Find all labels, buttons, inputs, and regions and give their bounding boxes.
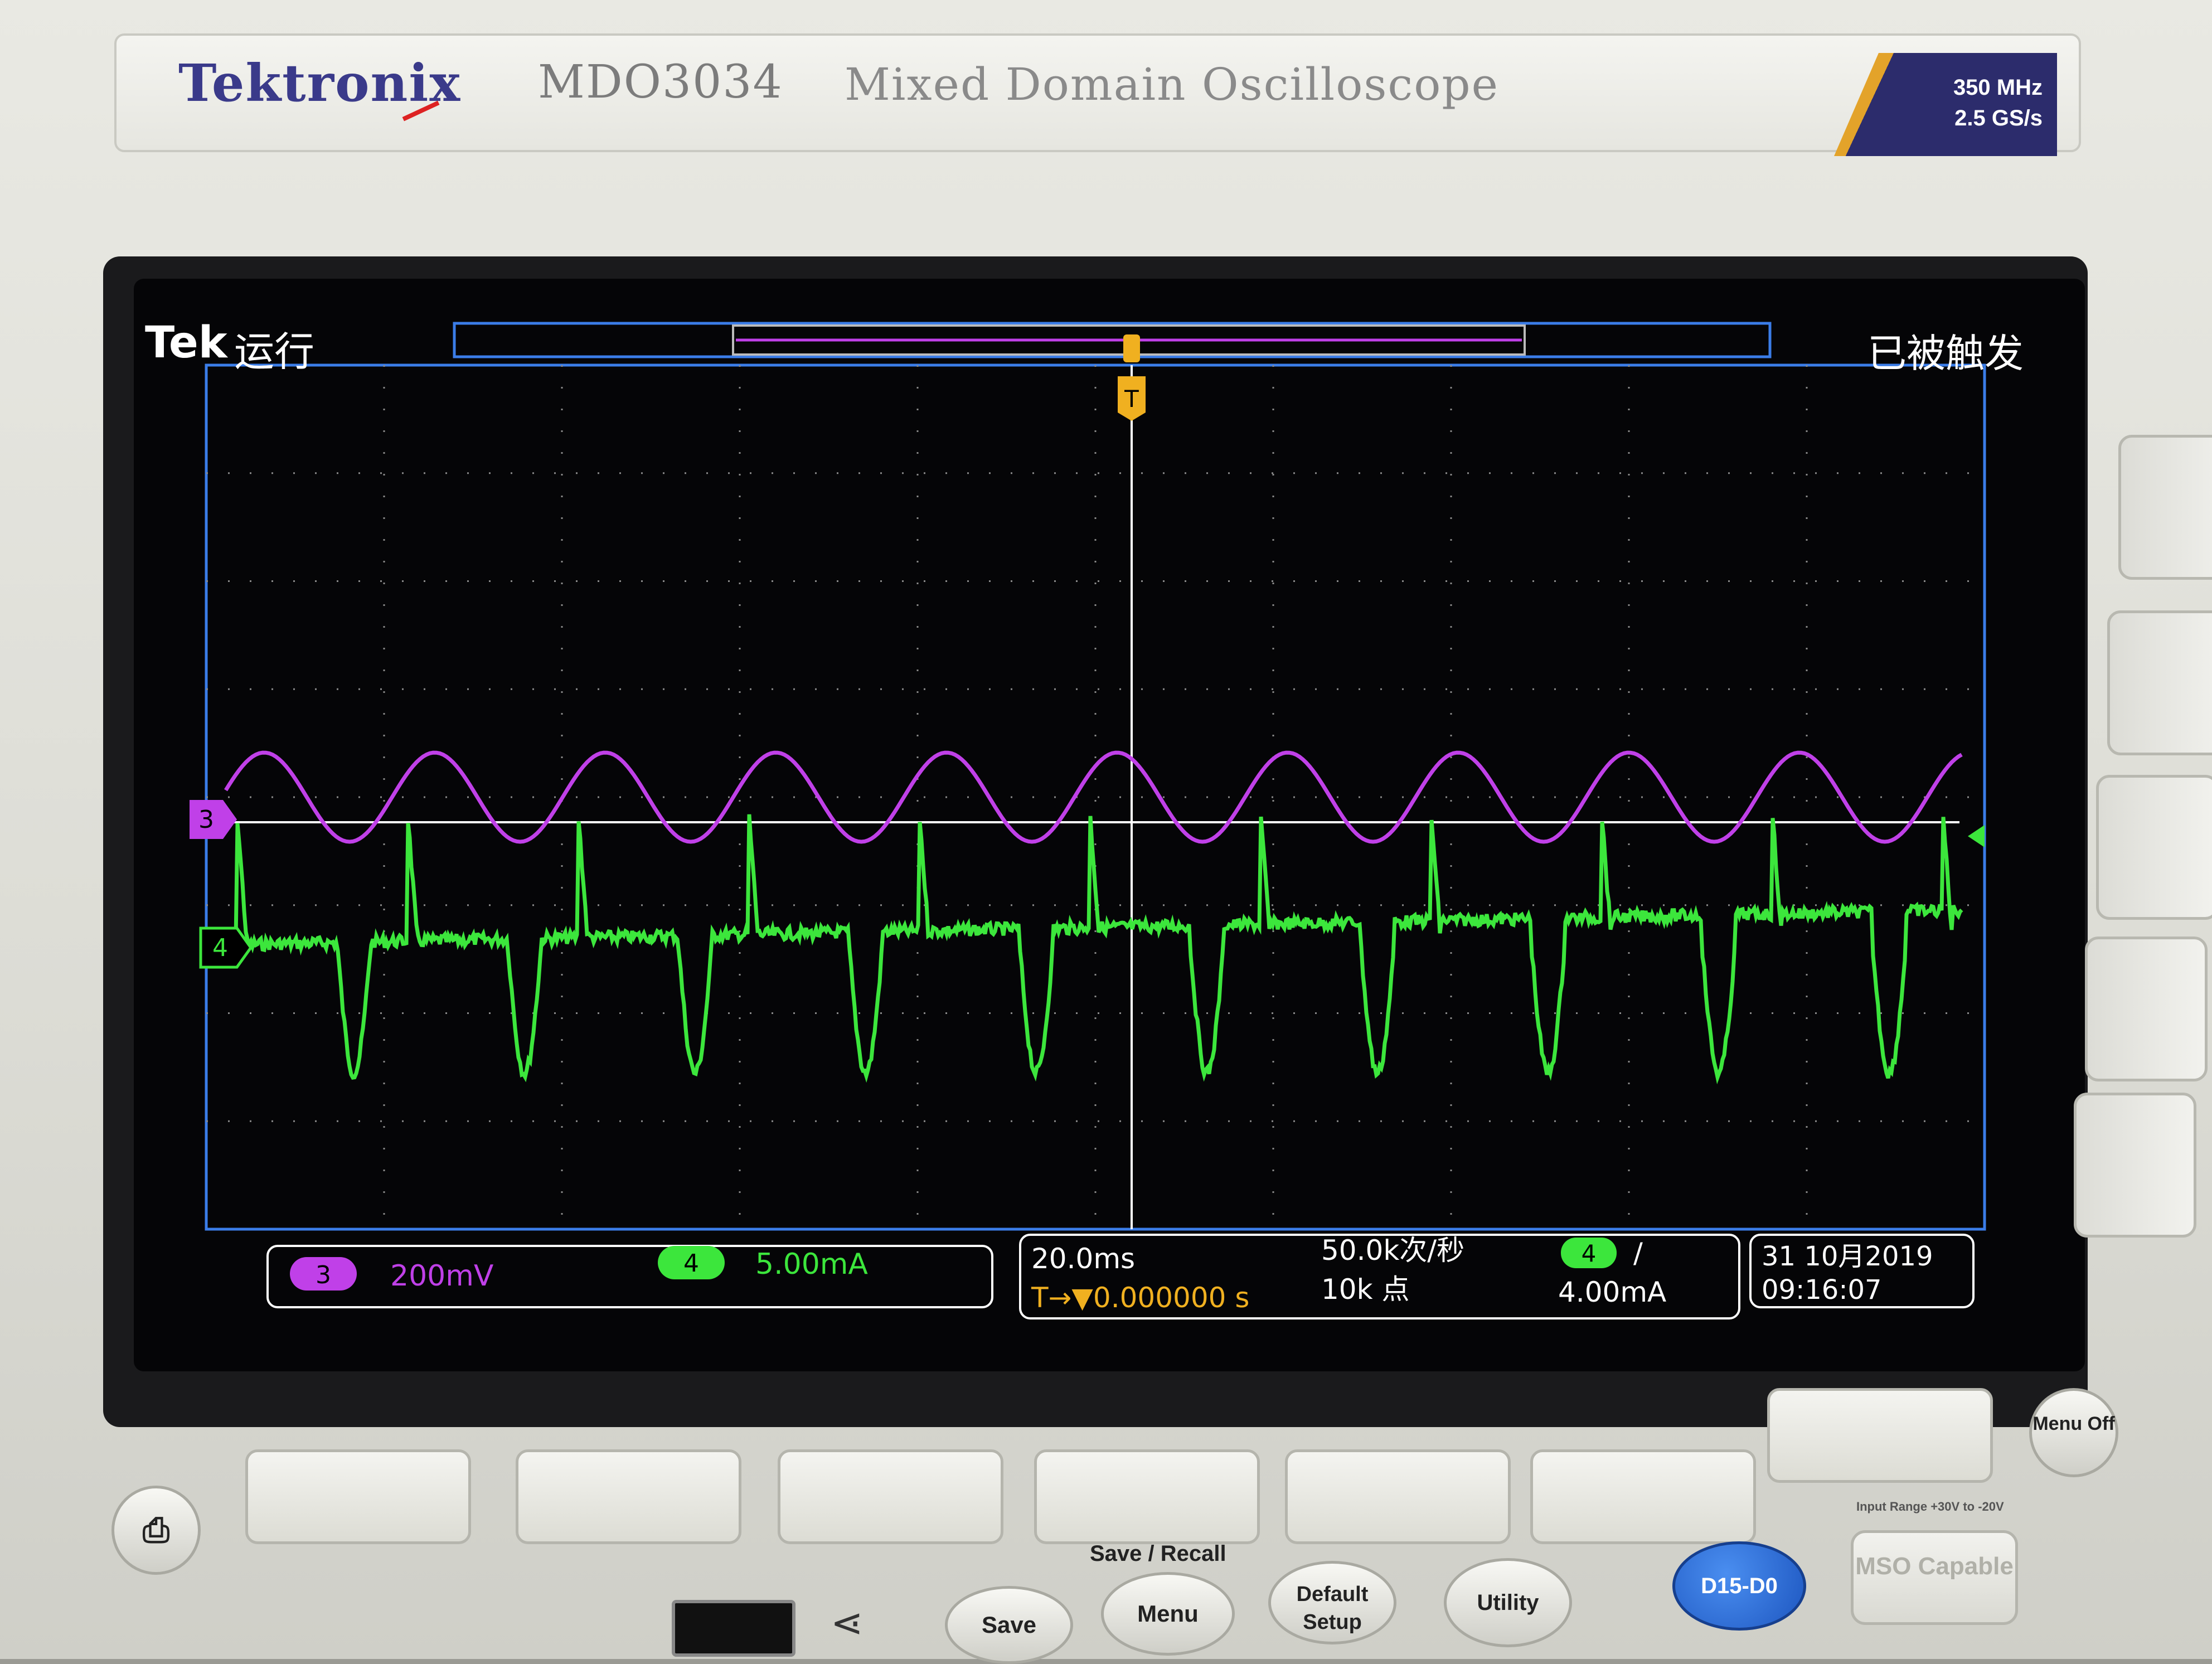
ch4-waveform — [225, 814, 1963, 1085]
side-button-3[interactable] — [2096, 775, 2212, 920]
trigger-top-marker — [1123, 334, 1140, 362]
trigger-position: T→▼0.000000 s — [1031, 1282, 1249, 1314]
trigger-state: 已被触发 — [1867, 331, 2024, 376]
bottom-softkey-3[interactable] — [778, 1449, 1003, 1544]
bottom-softkey-7[interactable] — [1767, 1388, 1993, 1483]
model-name: MDO3034 — [538, 56, 783, 109]
usb-port[interactable] — [672, 1600, 795, 1657]
side-button-1[interactable] — [2118, 435, 2212, 580]
save-button[interactable]: Save — [945, 1586, 1073, 1664]
ch4-badge-label: 4 — [683, 1249, 699, 1278]
bandwidth-label: 350 MHz — [1953, 75, 2043, 100]
mso-capable-badge: MSO Capable — [1851, 1530, 2018, 1625]
bottom-softkey-2[interactable] — [516, 1449, 741, 1544]
input-range-label: Input Range +30V to -20V — [1856, 1500, 2004, 1513]
ch4-marker-label: 4 — [212, 934, 228, 962]
timebase: 20.0ms — [1031, 1243, 1135, 1275]
ch3-badge-label: 3 — [316, 1261, 331, 1289]
ch4-trigger-level-marker — [1968, 825, 1985, 847]
trigger-level: 4.00mA — [1558, 1276, 1666, 1308]
display-screen: T 3 4 3 200mV 4 5.00mA 20.0ms T→▼0.00000… — [134, 279, 2085, 1371]
default-setup-button[interactable]: Default Setup — [1268, 1561, 1396, 1644]
record-length: 10k 点 — [1321, 1273, 1409, 1306]
tek-logo: Tek — [145, 318, 227, 368]
graticule-grid — [206, 365, 1985, 1229]
channel-readout-box — [266, 1245, 993, 1308]
menu-button[interactable]: Menu — [1101, 1572, 1235, 1656]
print-icon[interactable]: ⎙ — [111, 1486, 201, 1575]
bottom-softkey-1[interactable] — [245, 1449, 471, 1544]
utility-button[interactable]: Utility — [1444, 1558, 1572, 1647]
sample-rate-label: 2.5 GS/s — [1954, 106, 2043, 130]
trigger-slope-icon: / — [1633, 1237, 1643, 1269]
bottom-softkey-5[interactable] — [1285, 1449, 1511, 1544]
ch3-marker-label: 3 — [198, 806, 214, 834]
bottom-softkey-4[interactable] — [1034, 1449, 1260, 1544]
ch3-waveform — [224, 750, 1963, 844]
side-button-5[interactable] — [2074, 1093, 2196, 1238]
display-graphics: T 3 4 3 200mV 4 5.00mA 20.0ms T→▼0.00000… — [190, 322, 1986, 1319]
ch4-scale: 5.00mA — [755, 1248, 868, 1281]
date: 31 10月2019 — [1762, 1241, 1933, 1272]
menu-off-button[interactable]: Menu Off — [2029, 1388, 2118, 1477]
bottom-softkey-6[interactable] — [1530, 1449, 1756, 1544]
brand-logo: Tektronix — [178, 53, 462, 113]
trigger-source: 4 — [1582, 1240, 1597, 1267]
time: 09:16:07 — [1762, 1274, 1882, 1306]
graticule-frame — [205, 363, 1986, 1231]
side-button-2[interactable] — [2107, 610, 2212, 755]
sample-rate: 50.0k次/秒 — [1321, 1234, 1464, 1267]
model-description: Mixed Domain Oscilloscope — [845, 59, 1499, 110]
acquisition-state: 运行 — [234, 328, 315, 375]
digital-channels-button[interactable]: D15-D0 — [1672, 1541, 1806, 1631]
trigger-marker-label: T — [1124, 385, 1139, 413]
usb-icon: ⋖ — [831, 1601, 864, 1644]
save-recall-label: Save / Recall — [1090, 1541, 1226, 1566]
ch3-scale: 200mV — [390, 1259, 494, 1293]
side-button-4[interactable] — [2085, 937, 2208, 1081]
